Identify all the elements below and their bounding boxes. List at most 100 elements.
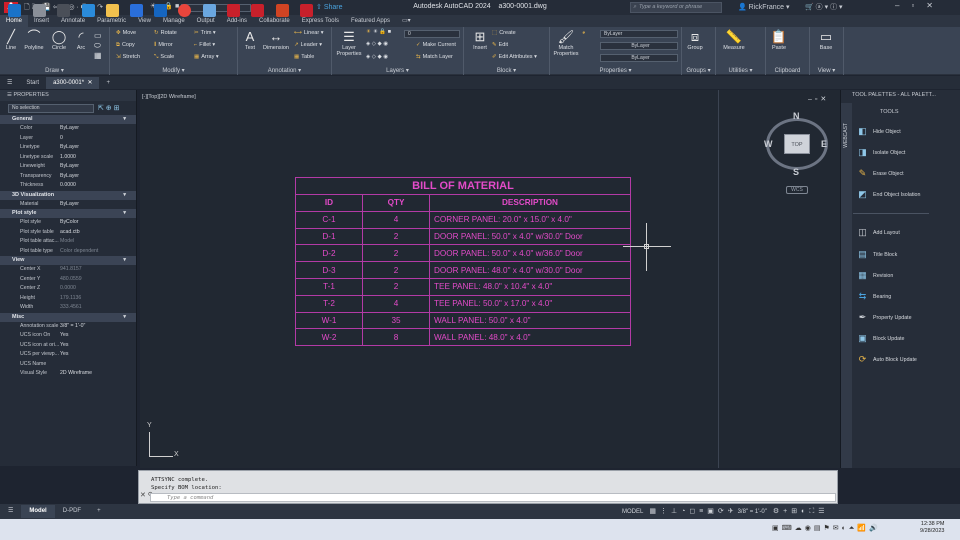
viewcube-top[interactable]: TOP (784, 134, 810, 154)
line-button[interactable]: ╱ Line (2, 30, 20, 52)
property-row[interactable]: UCS per viewp... Yes (0, 350, 136, 360)
property-row[interactable]: Linetype ByLayer (0, 143, 136, 153)
tool-block-update[interactable]: ▣ Block Update (856, 332, 904, 348)
property-row[interactable]: Transparency ByLayer (0, 172, 136, 182)
property-row[interactable]: Plot table attac... Model (0, 237, 136, 247)
move-button[interactable]: ✥ Move (116, 30, 136, 36)
search-input[interactable]: ⌕ Type a keyword or phrase (630, 2, 722, 13)
property-row[interactable]: Lineweight ByLayer (0, 162, 136, 172)
property-value[interactable]: Yes (60, 350, 136, 360)
array-button[interactable]: ▦ Array ▾ (194, 54, 219, 60)
task-view-icon[interactable] (57, 4, 70, 17)
file-explorer-icon[interactable] (106, 4, 119, 17)
rotate-button[interactable]: ↻ Rotate (154, 30, 177, 36)
property-value[interactable]: Yes (60, 341, 136, 351)
compass-north[interactable]: N (793, 111, 800, 121)
property-value[interactable]: 2D Wireframe (60, 369, 136, 379)
linear-button[interactable]: ⟷ Linear ▾ (294, 30, 323, 36)
viewport-controls[interactable]: [-][Top][2D Wireframe] (142, 94, 196, 100)
stretch-button[interactable]: ⇲ Stretch (116, 54, 140, 60)
property-row[interactable]: Linetype scale 1.0000 (0, 153, 136, 163)
add-layout-button[interactable]: + (89, 505, 109, 518)
fillet-button[interactable]: ⌐ Fillet ▾ (194, 42, 215, 48)
match-properties-button[interactable]: 🖌 Match Properties (552, 30, 580, 58)
polyline-button[interactable]: ⌒ Polyline (20, 30, 48, 52)
property-row[interactable]: Plot style ByColor (0, 218, 136, 228)
make-current-button[interactable]: ✓ Make Current (416, 42, 456, 48)
property-value[interactable]: 480.0559 (60, 275, 136, 285)
grid-icon[interactable]: ▦ (649, 507, 656, 515)
layer-tools-row[interactable]: ◈ ◇ ◆ ◉ (366, 41, 388, 47)
taskbar-clock[interactable]: 12:38 PM 9/28/2023 (920, 521, 944, 535)
close-tab-icon[interactable]: ✕ (87, 80, 92, 86)
chrome-icon[interactable] (178, 4, 191, 17)
property-row[interactable]: Center Z 0.0000 (0, 284, 136, 294)
property-value[interactable]: ByLayer (60, 124, 136, 134)
property-value[interactable]: ByLayer (60, 200, 136, 210)
tab-d-pdf[interactable]: D-PDF (55, 505, 89, 518)
autocad-taskbar-icon-2[interactable] (251, 4, 264, 17)
leader-button[interactable]: ↗ Leader ▾ (294, 42, 322, 48)
selection-dropdown[interactable]: No selection (8, 104, 94, 113)
tool-end-object-isolation[interactable]: ◩ End Object Isolation (856, 188, 920, 204)
autocad-taskbar-icon-1[interactable] (227, 4, 240, 17)
tab-start[interactable]: Start (19, 77, 46, 89)
property-value[interactable]: Yes (60, 331, 136, 341)
compass-east[interactable]: E (821, 139, 827, 149)
tool-add-layout[interactable]: ◫ Add Layout (856, 226, 900, 242)
ortho-icon[interactable]: ⊥ (671, 507, 677, 515)
powerpoint-icon[interactable] (276, 4, 289, 17)
property-section-header[interactable]: General (0, 115, 136, 124)
units-icon[interactable]: ⊞ (791, 507, 797, 515)
property-value[interactable]: 3/8" = 1'-0" (60, 322, 136, 332)
wcs-menu[interactable]: WCS (786, 186, 808, 194)
customize-icon[interactable]: ☰ (818, 507, 824, 515)
new-tab-button[interactable]: + (99, 77, 117, 89)
tool-auto-block-update[interactable]: ⟳ Auto Block Update (856, 353, 917, 369)
insert-button[interactable]: ⊞ Insert (468, 30, 492, 52)
edit-attributes-button[interactable]: ✐ Edit Attributes ▾ (492, 54, 537, 60)
scale-button[interactable]: ⤡ Scale (154, 54, 174, 61)
autocad-taskbar-icon-3[interactable] (300, 4, 313, 17)
settings-app-icon[interactable] (203, 4, 216, 17)
user-menu[interactable]: 👤 RickFrance ▾ (738, 3, 790, 11)
property-section-header[interactable]: Plot style (0, 209, 136, 218)
plus-icon[interactable]: + (783, 508, 787, 515)
select-objects-icon[interactable]: ⇱ ⊕ ⊞ (98, 104, 120, 112)
dimension-button[interactable]: ↔ Dimension (260, 30, 292, 52)
trim-button[interactable]: ✂ Trim ▾ (194, 30, 216, 36)
lineweight-icon[interactable]: ≡ (699, 508, 703, 515)
taskbar-search-icon[interactable] (33, 4, 46, 17)
property-row[interactable]: Layer 0 (0, 134, 136, 144)
tool-erase-object[interactable]: ✎ Erase Object (856, 167, 904, 183)
copy-button[interactable]: ⧉ Copy (116, 42, 135, 49)
property-row[interactable]: Width 333.4561 (0, 303, 136, 313)
property-row[interactable]: UCS icon On Yes (0, 331, 136, 341)
match-layer-button[interactable]: ⇆ Match Layer (416, 54, 453, 60)
measure-button[interactable]: 📏 Measure (720, 30, 748, 52)
bill-of-material-table[interactable]: BILL OF MATERIAL ID QTY DESCRIPTION C-1 4 CORN… (295, 177, 631, 347)
annotation-visibility-icon[interactable]: ✈ (728, 507, 734, 515)
layout-menu-icon[interactable]: ☰ (0, 505, 21, 518)
window-controls[interactable]: –▫✕ (895, 1, 945, 10)
tool-title-block[interactable]: ▤ Title Block (856, 248, 897, 264)
tool-hide-object[interactable]: ◧ Hide Object (856, 125, 900, 141)
property-value[interactable]: Model (60, 237, 136, 247)
snap-icon[interactable]: ⋮ (660, 507, 667, 515)
color-dropdown[interactable]: ByLayer (600, 30, 678, 38)
draw-small-tools[interactable]: ▭ ⬭ ▦ (94, 31, 102, 61)
gear-icon[interactable]: ⚙ (773, 507, 779, 515)
palette-tab-strip[interactable]: WEBCAST (841, 103, 852, 468)
layer-properties-button[interactable]: ☰ Layer Properties (334, 30, 364, 58)
annotation-scale[interactable]: 3/8" = 1'-0" (738, 509, 767, 515)
property-value[interactable] (60, 360, 136, 370)
layer-tools-row2[interactable]: ◈ ◇ ◆ ◉ (366, 54, 388, 60)
property-row[interactable]: Center X 941.8157 (0, 265, 136, 275)
linetype-dropdown[interactable]: ByLayer (600, 54, 678, 62)
menu-icon[interactable]: ☰ (0, 77, 19, 89)
webcast-tab[interactable]: WEBCAST (843, 123, 849, 148)
circle-button[interactable]: ◯ Circle (48, 30, 70, 52)
property-row[interactable]: Annotation scale 3/8" = 1'-0" (0, 322, 136, 332)
compass-south[interactable]: S (793, 167, 799, 177)
property-row[interactable]: Height 179.1136 (0, 294, 136, 304)
